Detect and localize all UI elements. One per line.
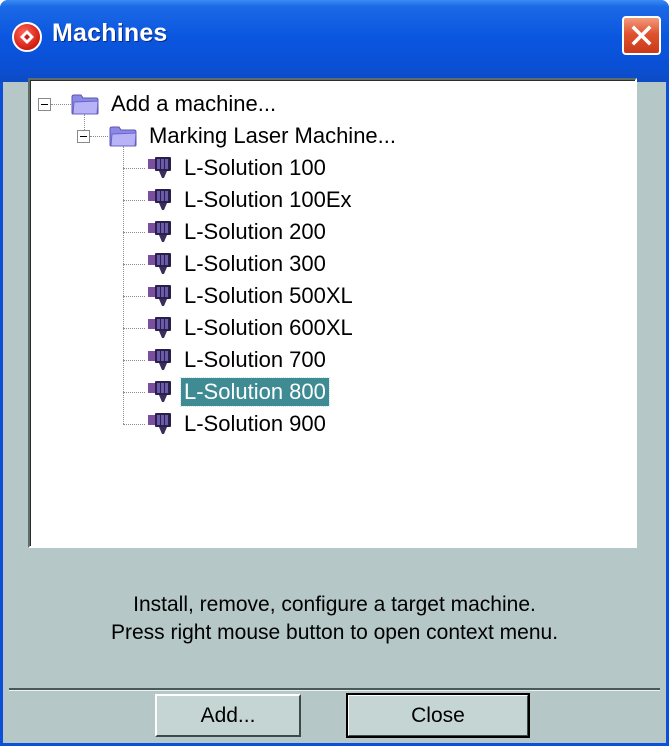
tree-item-machine[interactable]: L-Solution 500XL — [181, 282, 356, 310]
tree-connector — [123, 296, 145, 297]
tree-connector — [123, 424, 145, 425]
close-icon — [631, 25, 652, 46]
tree-item-machine[interactable]: L-Solution 700 — [181, 346, 329, 374]
tree-connector — [90, 136, 108, 137]
machines-dialog: Machines Add a machine... Marking Laser M… — [0, 0, 669, 746]
close-window-button[interactable] — [622, 16, 661, 55]
laser-machine-icon — [146, 155, 176, 186]
tree-item-machine[interactable]: L-Solution 200 — [181, 218, 329, 246]
tree-connector — [123, 328, 145, 329]
app-logo-icon — [12, 22, 42, 52]
laser-machine-icon — [146, 347, 176, 378]
tree-connector — [123, 392, 145, 393]
tree-connector — [123, 264, 145, 265]
info-line-1: Install, remove, configure a target mach… — [133, 593, 536, 616]
separator — [9, 688, 660, 691]
tree-item-marking-laser-machine[interactable]: Marking Laser Machine... — [146, 122, 399, 150]
tree-connector — [84, 114, 85, 130]
window-title: Machines — [52, 19, 168, 47]
tree-connector — [51, 104, 71, 105]
tree-connector — [123, 168, 145, 169]
tree-item-machine[interactable]: L-Solution 100Ex — [181, 186, 355, 214]
tree-connector — [123, 146, 124, 424]
tree-item-machine[interactable]: L-Solution 100 — [181, 154, 329, 182]
collapse-minus-icon[interactable] — [38, 98, 51, 111]
laser-machine-icon — [146, 379, 176, 410]
close-button[interactable]: Close — [346, 693, 530, 738]
laser-machine-icon — [146, 411, 176, 442]
info-line-2: Press right mouse button to open context… — [110, 621, 559, 644]
tree-connector — [123, 360, 145, 361]
title-bar[interactable]: Machines — [0, 0, 669, 82]
folder-icon — [70, 92, 100, 121]
tree-item-machine[interactable]: L-Solution 600XL — [181, 314, 356, 342]
laser-machine-icon — [146, 251, 176, 282]
tree-connector — [123, 232, 145, 233]
tree-content: Add a machine... Marking Laser Machine...… — [30, 80, 635, 546]
tree-item-machine[interactable]: L-Solution 900 — [181, 410, 329, 438]
laser-machine-icon — [146, 283, 176, 314]
collapse-minus-icon[interactable] — [77, 130, 90, 143]
laser-machine-icon — [146, 187, 176, 218]
tree-item-machine[interactable]: L-Solution 800 — [180, 377, 330, 407]
tree-item-add-machine[interactable]: Add a machine... — [108, 90, 279, 118]
laser-machine-icon — [146, 219, 176, 250]
laser-machine-icon — [146, 315, 176, 346]
tree-connector — [123, 200, 145, 201]
tree-item-machine[interactable]: L-Solution 300 — [181, 250, 329, 278]
add-button[interactable]: Add... — [155, 694, 301, 737]
machine-tree-view[interactable]: Add a machine... Marking Laser Machine...… — [28, 78, 637, 548]
